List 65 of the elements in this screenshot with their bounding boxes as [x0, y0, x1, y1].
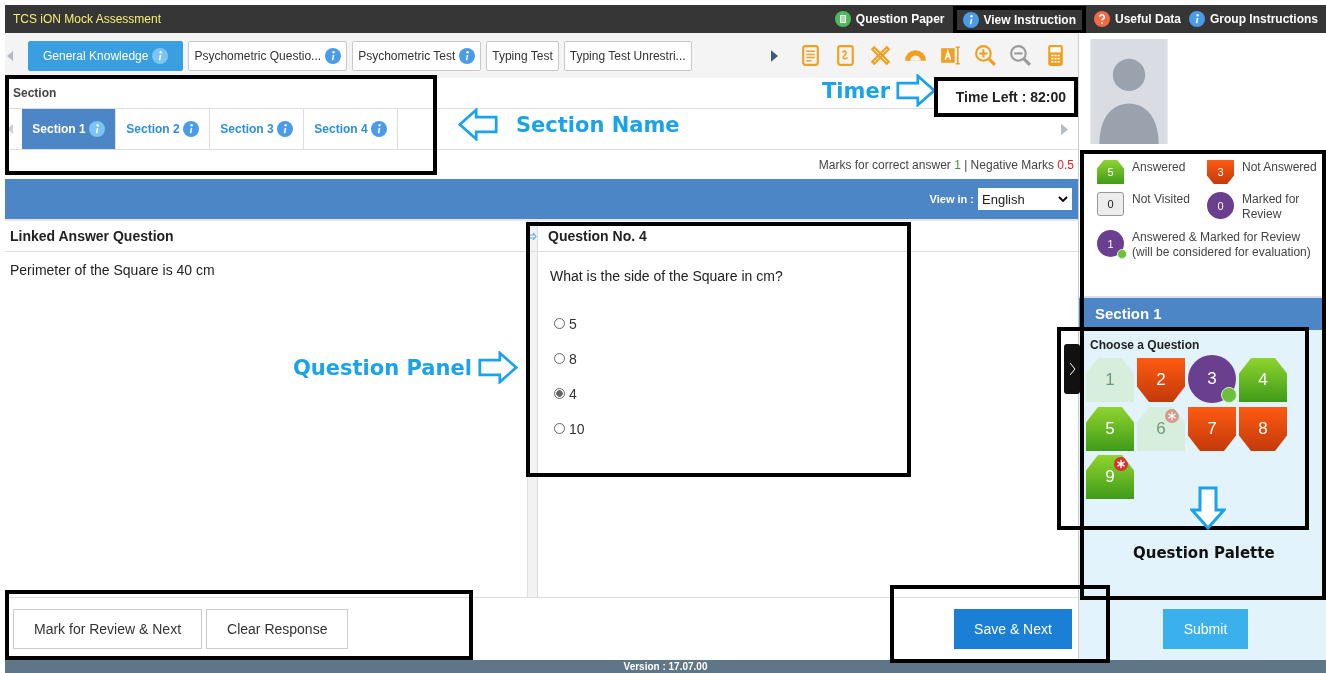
section-heading: Section: [13, 86, 57, 100]
status-badge: 5: [1097, 160, 1124, 184]
legend-label: Answered & Marked for Review (will be considered for evaluation): [1132, 230, 1312, 260]
mark-review-button[interactable]: Mark for Review & Next: [13, 609, 203, 649]
info-icon: [276, 121, 293, 137]
annotation-label: Question Panel: [293, 355, 472, 380]
question-number-button[interactable]: 7: [1188, 407, 1236, 451]
section-tab[interactable]: Section 1: [22, 109, 116, 149]
down-arrow-icon: [1190, 486, 1226, 530]
question-number-button[interactable]: 8: [1239, 407, 1287, 451]
info-icon: [1189, 11, 1205, 27]
language-select[interactable]: English: [978, 188, 1072, 210]
text-tool-icon[interactable]: [938, 43, 963, 68]
header-link[interactable]: Useful Data: [1093, 11, 1181, 27]
answer-option[interactable]: 10: [538, 411, 585, 446]
info-icon: [88, 121, 105, 137]
zoom-out-icon[interactable]: [1008, 43, 1033, 68]
collapse-handle-icon[interactable]: [1064, 344, 1080, 394]
scroll-right-icon[interactable]: [771, 49, 778, 62]
chevron-down-icon: [1058, 196, 1068, 202]
header-link[interactable]: Group Instructions: [1189, 11, 1318, 27]
question-number: Question No. 4: [548, 228, 647, 244]
header-link[interactable]: Question Paper: [834, 11, 945, 27]
test-tab[interactable]: Psychometric Test: [352, 40, 482, 71]
annotation-label: Section Name: [516, 112, 680, 137]
clear-response-button[interactable]: Clear Response: [206, 609, 349, 649]
right-arrow-icon: [477, 351, 518, 384]
save-next-button[interactable]: Save & Next: [954, 609, 1072, 649]
legend-label: Answered: [1132, 160, 1187, 176]
legend-label: Not Answered: [1242, 160, 1317, 176]
annotation-label: Question Palette: [1133, 544, 1275, 562]
version-footer: Version : 17.07.00: [5, 660, 1326, 673]
left-arrow-icon: [458, 108, 498, 141]
time-left: Time Left : 82:00: [933, 77, 1078, 117]
marks-info: Marks for correct answer 1 | Negative Marks 0.5: [817, 157, 1075, 174]
view-in-label: View in :: [929, 193, 974, 205]
question-number-button[interactable]: 2: [1137, 358, 1185, 402]
status-badge: 1: [1097, 230, 1124, 257]
document-icon: [834, 11, 851, 27]
palette-heading: Choose a Question: [1090, 338, 1201, 352]
info-icon: [962, 11, 979, 28]
answer-option[interactable]: 8: [538, 341, 577, 376]
answer-option[interactable]: 4: [538, 376, 577, 411]
legend-label: Marked for Review: [1242, 192, 1301, 222]
legend-label: Not Visited: [1132, 192, 1191, 208]
question-number-button[interactable]: 3: [1188, 355, 1236, 403]
answer-option[interactable]: 5: [538, 306, 577, 341]
test-tab[interactable]: Psychometric Questio...: [188, 40, 348, 71]
pane-splitter[interactable]: [527, 221, 538, 597]
status-badge: 0: [1207, 192, 1234, 219]
test-tab[interactable]: Typing Test Unrestri...: [563, 40, 692, 71]
annotation-label: Timer: [822, 78, 890, 103]
info-icon: [182, 121, 199, 137]
help-icon: [1093, 11, 1110, 27]
info-icon: [370, 121, 387, 137]
status-badge: 3: [1207, 160, 1234, 184]
app-title: TCS iON Mock Assessment: [13, 12, 162, 26]
status-badge: 0: [1097, 192, 1124, 216]
ruler-pencil-icon[interactable]: [868, 43, 893, 68]
scroll-left-icon[interactable]: [7, 124, 13, 134]
passage-text: Perimeter of the Square is 40 cm: [9, 261, 216, 280]
question-text: What is the side of the Square in cm?: [549, 267, 784, 286]
test-tab[interactable]: Typing Test: [486, 40, 559, 71]
pane-title: Linked Answer Question: [5, 221, 527, 252]
zoom-in-icon[interactable]: [973, 43, 998, 68]
